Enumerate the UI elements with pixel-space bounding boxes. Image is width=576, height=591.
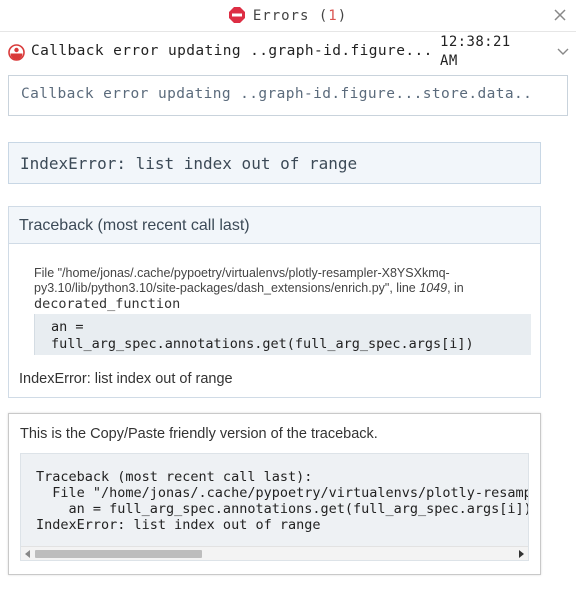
scrollbar-thumb[interactable] (35, 550, 202, 558)
error-title: IndexError: list index out of range (20, 154, 358, 173)
traceback-final-error: IndexError: list index out of range (19, 371, 233, 387)
traceback-header: Traceback (most recent call last) (9, 207, 540, 244)
close-icon[interactable] (553, 8, 567, 22)
horizontal-scrollbar[interactable] (21, 546, 528, 560)
error-icon (8, 44, 25, 61)
error-count: 1 (328, 8, 338, 24)
error-panel-header: Errors (1) (0, 0, 576, 32)
error-summary: Callback error updating ..graph-id.figur… (31, 43, 433, 59)
frame-line-number: 1049 (419, 281, 448, 295)
scroll-left-arrow-icon[interactable] (25, 550, 30, 558)
code-line-2: full_arg_spec.annotations.get(full_arg_s… (51, 336, 474, 352)
error-time: 12:38:21 (440, 34, 511, 50)
stop-sign-icon (228, 7, 245, 23)
header-title: Errors (1) (0, 7, 576, 24)
error-title-box: IndexError: list index out of range (8, 142, 541, 184)
chevron-down-icon[interactable] (557, 47, 569, 57)
code-line-1: an = (51, 319, 84, 335)
frame-file-prefix: File "/home/jonas/.cache/pypoetry/virtua… (34, 266, 450, 295)
traceback-frame-file: File "/home/jonas/.cache/pypoetry/virtua… (34, 266, 504, 296)
copy-paste-panel: This is the Copy/Paste friendly version … (8, 413, 541, 575)
copy-paste-code[interactable]: Traceback (most recent call last): File … (36, 469, 528, 533)
error-message-text: Callback error updating ..graph-id.figur… (21, 86, 533, 102)
frame-file-suffix: , in (447, 281, 464, 295)
header-title-text: Errors ( (252, 8, 329, 24)
header-title-close: ) (337, 8, 348, 24)
copy-paste-code-box[interactable]: Traceback (most recent call last): File … (20, 453, 529, 561)
traceback-function-name: decorated_function (34, 296, 181, 312)
error-message-box: Callback error updating ..graph-id.figur… (8, 75, 568, 116)
scroll-right-arrow-icon[interactable] (519, 550, 524, 558)
traceback-header-text: Traceback (most recent call last) (19, 217, 250, 234)
error-list-item[interactable]: Callback error updating ..graph-id.figur… (0, 32, 576, 72)
copy-paste-title: This is the Copy/Paste friendly version … (20, 426, 378, 442)
error-time-period: AM (440, 53, 458, 69)
traceback-panel: Traceback (most recent call last) File "… (8, 206, 541, 398)
traceback-code-box: an = full_arg_spec.annotations.get(full_… (34, 314, 531, 355)
error-timestamp: 12:38:21 AM (440, 33, 511, 71)
